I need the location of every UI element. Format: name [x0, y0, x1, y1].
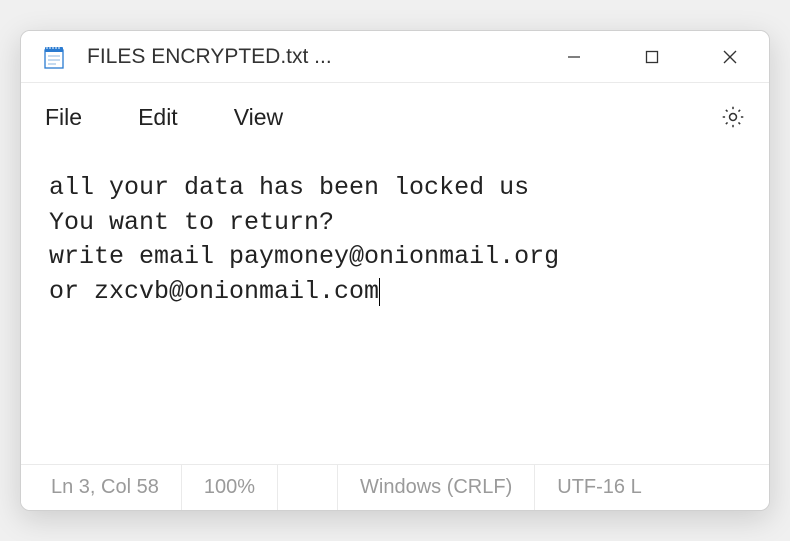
status-spacer [278, 465, 338, 510]
minimize-button[interactable] [535, 31, 613, 83]
menu-view[interactable]: View [230, 102, 287, 133]
maximize-button[interactable] [613, 31, 691, 83]
editor-line: You want to return? [49, 208, 334, 237]
menu-file[interactable]: File [41, 102, 86, 133]
window-controls [535, 31, 769, 82]
editor-line: all your data has been locked us [49, 173, 529, 202]
menu-edit[interactable]: Edit [134, 102, 182, 133]
statusbar: Ln 3, Col 58 100% Windows (CRLF) UTF-16 … [21, 464, 769, 510]
text-editor[interactable]: all your data has been locked us You wan… [21, 151, 769, 464]
text-caret [379, 278, 380, 306]
window: FILES ENCRYPTED.txt ... File Edit View a… [20, 30, 770, 511]
editor-line: or zxcvb@onionmail.com [49, 277, 379, 306]
notepad-icon [39, 42, 69, 72]
status-zoom[interactable]: 100% [182, 465, 278, 510]
window-title: FILES ENCRYPTED.txt ... [69, 45, 535, 69]
titlebar: FILES ENCRYPTED.txt ... [21, 31, 769, 83]
menubar: File Edit View [21, 83, 769, 151]
status-encoding[interactable]: UTF-16 L [535, 465, 761, 510]
status-line-ending[interactable]: Windows (CRLF) [338, 465, 535, 510]
status-position[interactable]: Ln 3, Col 58 [29, 465, 182, 510]
editor-line: write email paymoney@onionmail.org [49, 242, 559, 271]
gear-icon[interactable] [717, 101, 749, 133]
close-button[interactable] [691, 31, 769, 83]
